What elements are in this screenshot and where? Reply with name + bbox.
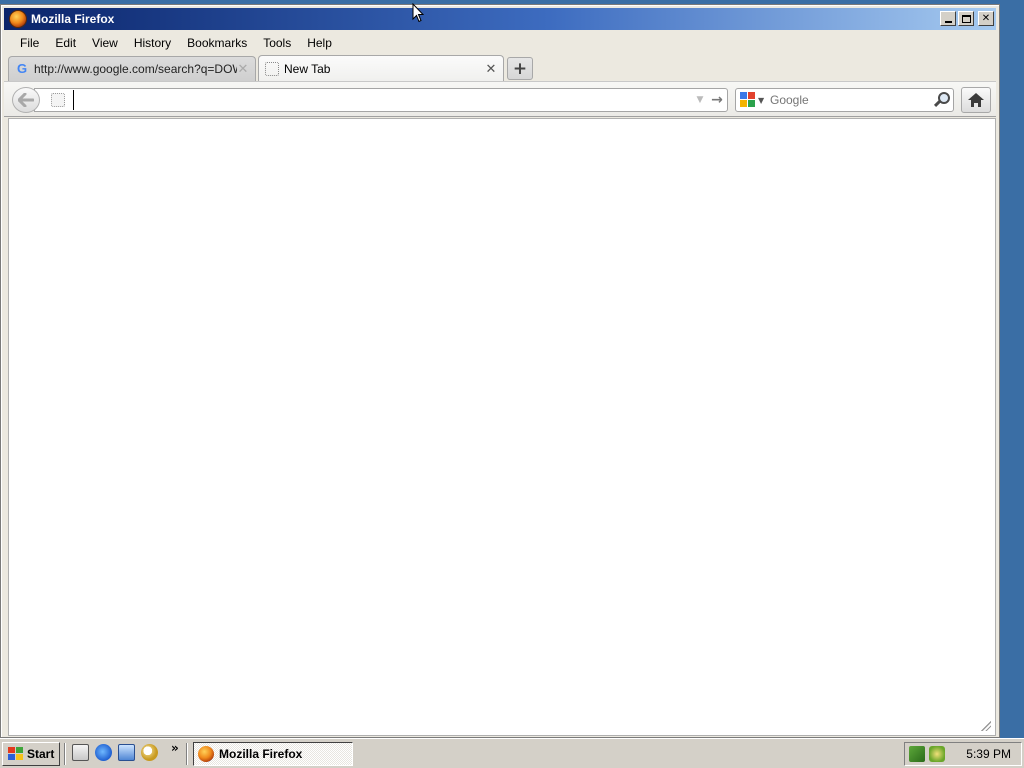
menu-history[interactable]: History: [126, 36, 179, 50]
tab-google-search[interactable]: G http://www.google.com/search?q=DOW... …: [8, 56, 256, 81]
network-icon[interactable]: [909, 746, 925, 762]
go-arrow-icon[interactable]: →: [707, 92, 727, 108]
show-desktop-icon[interactable]: [72, 744, 89, 761]
firefox-logo-icon[interactable]: [9, 10, 27, 28]
search-bar[interactable]: ▼: [735, 88, 954, 112]
search-engine-google-icon[interactable]: [740, 92, 756, 108]
menu-bookmarks[interactable]: Bookmarks: [179, 36, 255, 50]
taskbar-item-firefox[interactable]: Mozilla Firefox: [193, 742, 353, 766]
quick-launch-more-icon[interactable]: »: [171, 741, 179, 755]
close-window-button[interactable]: ✕: [978, 11, 994, 26]
site-identity-icon[interactable]: [51, 93, 65, 107]
firefox-window: Mozilla Firefox ✕ File Edit View History…: [0, 4, 1000, 738]
tab-new-tab[interactable]: New Tab ✕: [258, 55, 504, 81]
home-icon: [968, 93, 984, 107]
taskbar-separator: [64, 743, 66, 765]
new-tab-button[interactable]: +: [507, 57, 533, 80]
maximize-icon: [961, 14, 971, 23]
menu-help[interactable]: Help: [299, 36, 340, 50]
magnifier-search-icon[interactable]: [932, 91, 950, 109]
minimize-icon: [944, 20, 952, 23]
google-g-icon: G: [16, 61, 28, 76]
window-title: Mozilla Firefox: [31, 12, 115, 26]
tab-close-icon[interactable]: ✕: [485, 61, 497, 77]
url-bar[interactable]: ▼ →: [34, 88, 728, 112]
start-label: Start: [27, 747, 55, 761]
tab-strip: G http://www.google.com/search?q=DOW... …: [4, 54, 996, 81]
mouse-cursor-icon: [412, 3, 424, 23]
minimize-button[interactable]: [940, 11, 956, 26]
windows-logo-icon: [6, 746, 24, 762]
taskbar-separator: [186, 743, 188, 765]
clock[interactable]: 5:39 PM: [966, 747, 1011, 761]
menu-file[interactable]: File: [12, 36, 47, 50]
engine-dropdown-icon[interactable]: ▼: [758, 96, 768, 105]
menu-edit[interactable]: Edit: [47, 36, 84, 50]
page-content-area[interactable]: [8, 118, 996, 736]
blank-page-icon: [265, 61, 279, 76]
navigation-toolbar: ▼ → ▼: [4, 81, 996, 117]
update-icon[interactable]: [929, 746, 945, 762]
search-magnifier-icon[interactable]: [141, 744, 158, 761]
back-arrow-icon: [18, 93, 34, 107]
firefox-logo-icon: [198, 746, 214, 762]
window-controls: ✕: [940, 11, 994, 26]
maximize-button[interactable]: [958, 11, 974, 26]
tab-close-icon[interactable]: ✕: [237, 61, 249, 77]
quick-launch: [72, 744, 158, 761]
menu-bar: File Edit View History Bookmarks Tools H…: [4, 33, 996, 53]
outlook-express-icon[interactable]: [118, 744, 135, 761]
start-button[interactable]: Start: [2, 742, 60, 766]
resize-grip-icon[interactable]: [981, 721, 991, 731]
taskbar: Start » Mozilla Firefox 5:39 PM: [0, 738, 1024, 768]
home-button[interactable]: [961, 87, 991, 113]
plus-icon: +: [512, 58, 528, 79]
url-input[interactable]: [73, 90, 693, 110]
taskbar-item-label: Mozilla Firefox: [219, 747, 303, 761]
title-bar[interactable]: Mozilla Firefox ✕: [4, 8, 996, 30]
menu-tools[interactable]: Tools: [255, 36, 299, 50]
menu-view[interactable]: View: [84, 36, 126, 50]
close-icon: ✕: [981, 12, 991, 24]
url-history-dropdown-icon[interactable]: ▼: [693, 95, 707, 105]
tab-label: New Tab: [284, 61, 331, 76]
system-tray: 5:39 PM: [904, 742, 1022, 766]
search-input[interactable]: [770, 90, 932, 110]
internet-explorer-icon[interactable]: [95, 744, 112, 761]
back-button[interactable]: [12, 87, 40, 113]
tab-label: http://www.google.com/search?q=DOW...: [34, 62, 237, 76]
